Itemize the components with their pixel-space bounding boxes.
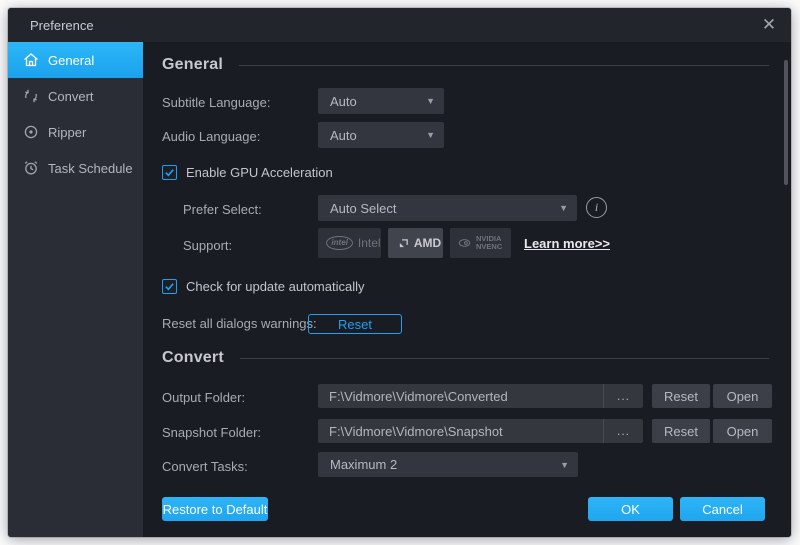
checkbox-label: Check for update automatically: [186, 279, 364, 294]
selected-value: Maximum 2: [330, 457, 560, 472]
chevron-down-icon: ▼: [426, 96, 435, 106]
prefer-select-label: Prefer Select:: [183, 202, 262, 217]
sidebar-item-label: General: [48, 53, 94, 68]
vendor-label: Intel: [358, 236, 381, 250]
selected-value: Auto Select: [330, 201, 559, 216]
chevron-down-icon: ▼: [559, 203, 568, 213]
output-folder-label: Output Folder:: [162, 390, 245, 405]
audio-language-label: Audio Language:: [162, 129, 260, 144]
sidebar: General Convert Ripper: [8, 42, 143, 537]
intel-logo-icon: intel: [326, 236, 352, 250]
reset-warnings-button[interactable]: Reset: [308, 314, 402, 334]
vendor-label: AMD: [414, 236, 441, 250]
checkbox-label: Enable GPU Acceleration: [186, 165, 333, 180]
sidebar-item-ripper[interactable]: Ripper: [8, 114, 143, 150]
divider: [240, 358, 769, 359]
section-title: Convert: [162, 349, 224, 367]
convert-section-header: Convert: [162, 349, 769, 367]
convert-icon: [22, 88, 39, 105]
convert-tasks-dropdown[interactable]: Maximum 2 ▼: [318, 452, 578, 477]
general-section-header: General: [162, 56, 769, 74]
section-title: General: [162, 56, 223, 74]
title-bar: Preference ✕: [8, 8, 791, 42]
convert-tasks-label: Convert Tasks:: [162, 459, 248, 474]
amd-badge: AMD: [388, 228, 443, 258]
nvidia-logo-icon: [458, 238, 471, 248]
output-folder-field[interactable]: F:\Vidmore\Vidmore\Converted ...: [318, 384, 643, 408]
sidebar-item-general[interactable]: General: [8, 42, 143, 78]
checkbox-checked-icon: [162, 165, 177, 180]
snapshot-folder-field[interactable]: F:\Vidmore\Vidmore\Snapshot ...: [318, 419, 643, 443]
snapshot-reset-button[interactable]: Reset: [652, 419, 710, 443]
folder-path: F:\Vidmore\Vidmore\Snapshot: [329, 424, 603, 439]
snapshot-folder-label: Snapshot Folder:: [162, 425, 261, 440]
home-icon: [22, 52, 39, 69]
divider: [239, 65, 769, 66]
support-vendor-row: intel Intel AMD NVIDIA NVENC: [318, 228, 791, 258]
amd-logo-icon: [398, 238, 409, 249]
vendor-label: NVIDIA NVENC: [476, 235, 511, 251]
output-open-button[interactable]: Open: [713, 384, 772, 408]
clock-icon: [22, 160, 39, 177]
chevron-down-icon: ▼: [426, 130, 435, 140]
folder-path: F:\Vidmore\Vidmore\Converted: [329, 389, 603, 404]
restore-default-button[interactable]: Restore to Default: [162, 497, 268, 521]
checkbox-checked-icon: [162, 279, 177, 294]
sidebar-item-label: Convert: [48, 89, 94, 104]
sidebar-item-label: Task Schedule: [48, 161, 133, 176]
subtitle-language-label: Subtitle Language:: [162, 95, 270, 110]
update-check-checkbox[interactable]: Check for update automatically: [162, 279, 364, 294]
reset-warnings-label: Reset all dialogs warnings:: [162, 316, 317, 331]
selected-value: Auto: [330, 94, 426, 109]
cancel-button[interactable]: Cancel: [680, 497, 765, 521]
ok-button[interactable]: OK: [588, 497, 673, 521]
support-label: Support:: [183, 238, 232, 253]
scrollbar-thumb[interactable]: [784, 60, 788, 185]
gpu-acceleration-checkbox[interactable]: Enable GPU Acceleration: [162, 165, 333, 180]
ripper-icon: [22, 124, 39, 141]
info-icon[interactable]: i: [586, 197, 607, 218]
sidebar-item-convert[interactable]: Convert: [8, 78, 143, 114]
sidebar-item-label: Ripper: [48, 125, 86, 140]
learn-more-link[interactable]: Learn more>>: [524, 236, 610, 251]
intel-badge: intel Intel: [318, 228, 381, 258]
chevron-down-icon: ▼: [560, 460, 569, 470]
preference-dialog: Preference ✕ General Convert: [8, 8, 791, 537]
output-reset-button[interactable]: Reset: [652, 384, 710, 408]
prefer-select-dropdown[interactable]: Auto Select ▼: [318, 195, 577, 221]
selected-value: Auto: [330, 128, 426, 143]
snapshot-open-button[interactable]: Open: [713, 419, 772, 443]
browse-button[interactable]: ...: [603, 419, 643, 443]
settings-panel: General Subtitle Language: Auto ▼ Audio …: [143, 42, 791, 537]
audio-language-select[interactable]: Auto ▼: [318, 122, 444, 148]
dialog-title: Preference: [30, 18, 94, 33]
browse-button[interactable]: ...: [603, 384, 643, 408]
sidebar-item-task-schedule[interactable]: Task Schedule: [8, 150, 143, 186]
close-icon[interactable]: ✕: [755, 11, 783, 39]
nvidia-badge: NVIDIA NVENC: [450, 228, 511, 258]
subtitle-language-select[interactable]: Auto ▼: [318, 88, 444, 114]
